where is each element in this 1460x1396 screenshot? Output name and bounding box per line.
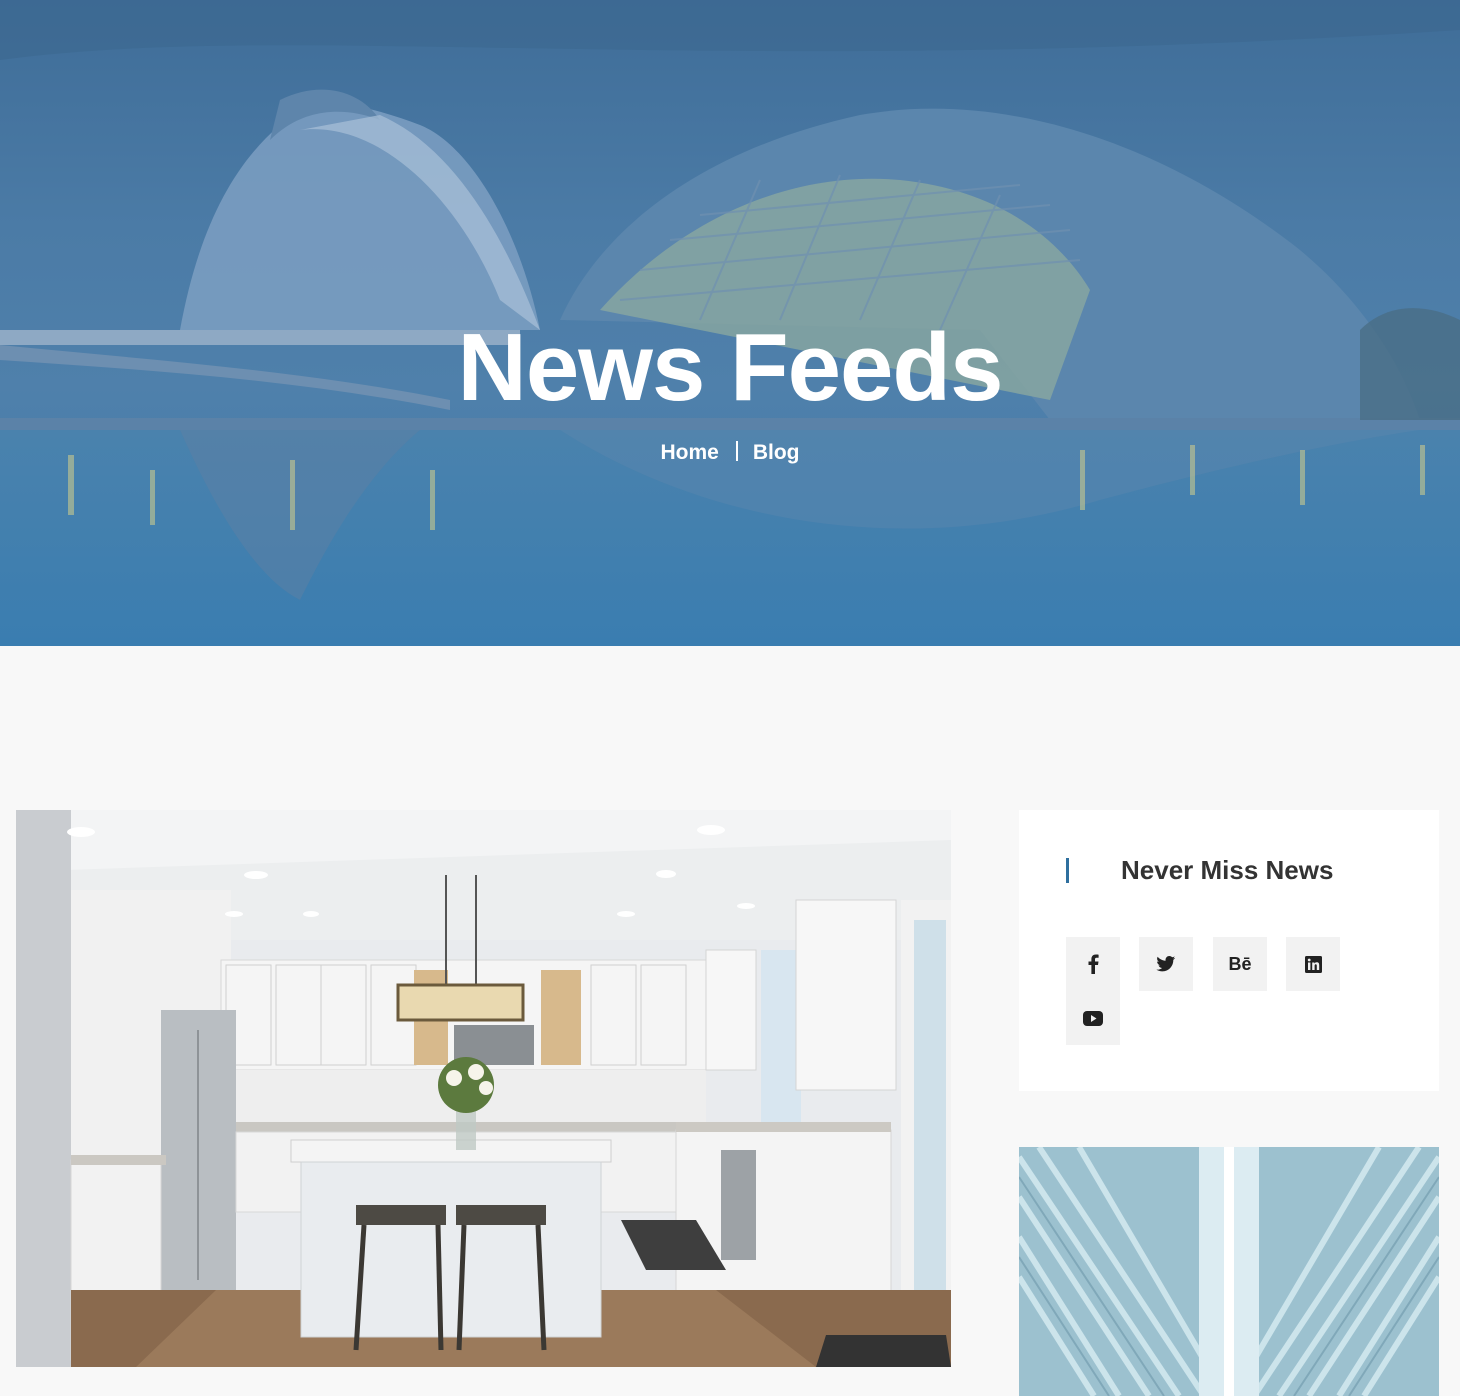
architecture-photo — [1019, 1147, 1439, 1396]
page-title: News Feeds — [457, 314, 1004, 421]
breadcrumb: Home Blog — [0, 441, 1460, 465]
breadcrumb-current: Blog — [752, 441, 800, 464]
youtube-icon-glyph — [1083, 1010, 1103, 1026]
linkedin-icon[interactable] — [1286, 937, 1340, 991]
behance-icon-glyph: Bē — [1228, 953, 1252, 974]
breadcrumb-separator — [735, 441, 738, 461]
breadcrumb-home-link[interactable]: Home — [660, 441, 718, 464]
kitchen-photo — [16, 810, 951, 1367]
facebook-icon-glyph — [1088, 954, 1099, 974]
twitter-icon-glyph — [1156, 956, 1176, 972]
page-hero: News Feeds Home Blog — [0, 0, 1460, 646]
twitter-icon[interactable] — [1139, 937, 1193, 991]
sidebar-image[interactable] — [1019, 1147, 1439, 1396]
newsletter-widget: Never Miss News Bē — [1019, 810, 1439, 1091]
post-featured-image[interactable] — [16, 810, 951, 1367]
facebook-icon[interactable] — [1066, 937, 1120, 991]
widget-title: Never Miss News — [1121, 855, 1334, 885]
linkedin-icon-glyph — [1304, 955, 1322, 973]
widget-title-accent — [1066, 858, 1069, 883]
youtube-icon[interactable] — [1066, 991, 1120, 1045]
behance-icon[interactable]: Bē — [1213, 937, 1267, 991]
